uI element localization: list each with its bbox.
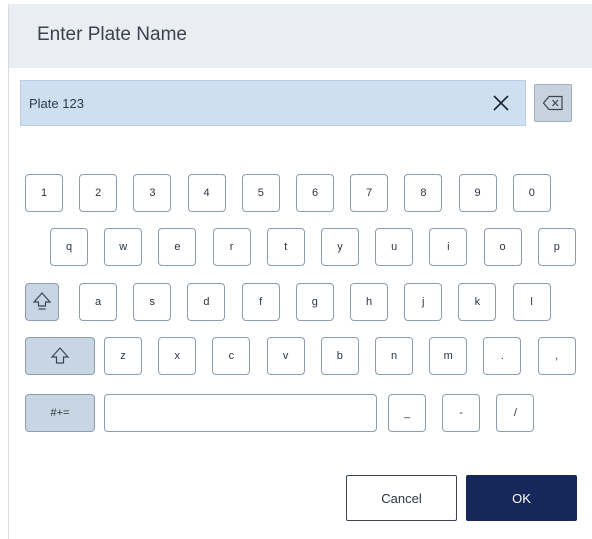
close-icon: [493, 95, 509, 111]
plate-name-value: Plate 123: [29, 96, 84, 111]
key-h[interactable]: h: [350, 283, 388, 321]
backspace-icon: [542, 95, 563, 111]
key-comma[interactable]: ,: [537, 337, 576, 375]
key-5[interactable]: 5: [241, 174, 280, 212]
key-y[interactable]: y: [321, 228, 359, 266]
key-r[interactable]: r: [212, 228, 251, 266]
key-1[interactable]: 1: [25, 174, 63, 212]
key-6[interactable]: 6: [296, 174, 334, 212]
space-key[interactable]: [104, 394, 377, 432]
key-n[interactable]: n: [375, 337, 413, 375]
key-period[interactable]: .: [483, 337, 522, 375]
backspace-button[interactable]: [534, 84, 572, 122]
key-l[interactable]: l: [512, 283, 551, 321]
key-w[interactable]: w: [104, 228, 143, 266]
key-s[interactable]: s: [133, 283, 172, 321]
key-b[interactable]: b: [320, 337, 359, 375]
key-3[interactable]: 3: [133, 174, 172, 212]
key-d[interactable]: d: [187, 283, 226, 321]
key-u[interactable]: u: [375, 228, 414, 266]
key-7[interactable]: 7: [350, 174, 389, 212]
key-9[interactable]: 9: [458, 174, 497, 212]
dialog-title: Enter Plate Name: [37, 24, 187, 45]
key-2[interactable]: 2: [79, 174, 118, 212]
key-m[interactable]: m: [429, 337, 468, 375]
key-0[interactable]: 0: [512, 174, 551, 212]
key-a[interactable]: a: [79, 283, 117, 321]
key-i[interactable]: i: [429, 228, 468, 266]
key-4[interactable]: 4: [187, 174, 226, 212]
ok-button[interactable]: OK: [466, 475, 577, 521]
key-8[interactable]: 8: [404, 174, 443, 212]
key-o[interactable]: o: [483, 228, 522, 266]
symbols-key[interactable]: #+=: [25, 394, 95, 432]
key-k[interactable]: k: [458, 283, 497, 321]
key-c[interactable]: c: [212, 337, 251, 375]
shift-icon: [50, 347, 70, 364]
clear-input-button[interactable]: [487, 89, 515, 117]
caps-lock-key[interactable]: [25, 283, 59, 321]
caps-lock-icon: [32, 292, 52, 310]
key-g[interactable]: g: [295, 283, 334, 321]
shift-key[interactable]: [25, 337, 95, 375]
key-slash[interactable]: /: [496, 394, 535, 432]
key-e[interactable]: e: [158, 228, 197, 266]
key-dash[interactable]: -: [442, 394, 481, 432]
cancel-button[interactable]: Cancel: [346, 475, 457, 521]
key-x[interactable]: x: [158, 337, 197, 375]
key-p[interactable]: p: [537, 228, 576, 266]
key-underscore[interactable]: _: [388, 394, 426, 432]
plate-name-input[interactable]: Plate 123: [20, 80, 526, 126]
plate-name-dialog: Enter Plate Name Plate 123 1234567890 qw…: [8, 4, 592, 539]
key-q[interactable]: q: [50, 228, 88, 266]
key-v[interactable]: v: [266, 337, 305, 375]
key-t[interactable]: t: [266, 228, 305, 266]
key-z[interactable]: z: [104, 337, 142, 375]
key-f[interactable]: f: [241, 283, 280, 321]
key-j[interactable]: j: [404, 283, 443, 321]
dialog-header: Enter Plate Name: [9, 4, 592, 68]
